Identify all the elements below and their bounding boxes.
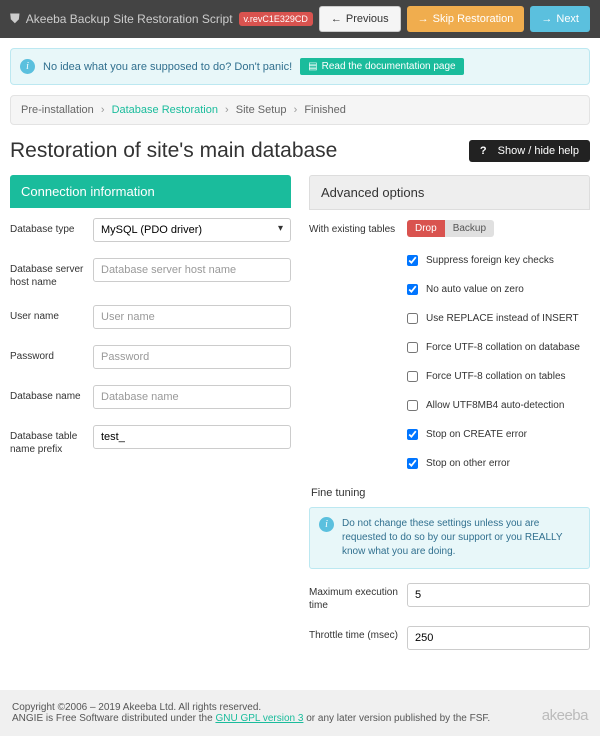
fine-tuning-title: Fine tuning <box>309 487 590 499</box>
check-item[interactable]: Allow UTF8MB4 auto-detection <box>407 400 590 411</box>
check-label: Stop on CREATE error <box>426 429 527 440</box>
skip-restoration-button[interactable]: →Skip Restoration <box>407 6 525 32</box>
password-input[interactable] <box>93 345 291 369</box>
crumb-site-setup: Site Setup <box>236 104 287 116</box>
user-label: User name <box>10 305 85 323</box>
throttle-input[interactable] <box>407 626 590 650</box>
check-label: Force UTF-8 collation on database <box>426 342 580 353</box>
db-type-label: Database type <box>10 218 85 236</box>
checkbox-3[interactable] <box>407 342 418 353</box>
backup-button[interactable]: Backup <box>445 220 494 237</box>
throttle-label: Throttle time (msec) <box>309 626 399 642</box>
help-tip-alert: i No idea what you are supposed to do? D… <box>10 48 590 85</box>
akeeba-logo: akeeba <box>542 707 588 724</box>
check-label: Use REPLACE instead of INSERT <box>426 313 579 324</box>
checkbox-1[interactable] <box>407 284 418 295</box>
chevron-right-icon: › <box>294 104 298 116</box>
max-exec-input[interactable] <box>407 583 590 607</box>
existing-tables-label: With existing tables <box>309 220 399 236</box>
check-item[interactable]: Force UTF-8 collation on tables <box>407 371 590 382</box>
dbname-input[interactable] <box>93 385 291 409</box>
read-docs-button[interactable]: ▤ Read the documentation page <box>300 58 463 75</box>
nav-buttons: ←Previous →Skip Restoration →Next <box>319 6 590 32</box>
app-title: Akeeba Backup Site Restoration Script <box>26 12 233 26</box>
check-item[interactable]: Stop on other error <box>407 458 590 469</box>
check-item[interactable]: No auto value on zero <box>407 284 590 295</box>
breadcrumb: Pre-installation › Database Restoration … <box>10 95 590 125</box>
toggle-help-button[interactable]: ? Show / hide help <box>469 140 590 162</box>
gpl-link[interactable]: GNU GPL version 3 <box>215 713 303 724</box>
advanced-panel-title: Advanced options <box>309 175 590 210</box>
checkbox-0[interactable] <box>407 255 418 266</box>
shield-icon: ⛊ <box>10 11 20 27</box>
advanced-panel: Advanced options With existing tables Dr… <box>309 175 590 666</box>
version-badge: v.revC1E329CD <box>239 12 313 26</box>
check-item[interactable]: Suppress foreign key checks <box>407 255 590 266</box>
page-header: Restoration of site's main database ? Sh… <box>10 139 590 163</box>
dbname-label: Database name <box>10 385 85 403</box>
check-label: Allow UTF8MB4 auto-detection <box>426 400 564 411</box>
max-exec-label: Maximum execution time <box>309 583 399 612</box>
check-label: Force UTF-8 collation on tables <box>426 371 566 382</box>
brand: ⛊ Akeeba Backup Site Restoration Script … <box>10 11 313 27</box>
info-icon: i <box>319 517 334 532</box>
page-title: Restoration of site's main database <box>10 139 337 163</box>
license-line: ANGIE is Free Software distributed under… <box>12 713 490 724</box>
check-item[interactable]: Use REPLACE instead of INSERT <box>407 313 590 324</box>
checkbox-5[interactable] <box>407 400 418 411</box>
info-icon: i <box>20 59 35 74</box>
previous-button[interactable]: ←Previous <box>319 6 401 32</box>
check-label: Suppress foreign key checks <box>426 255 554 266</box>
fine-tuning-warning-text: Do not change these settings unless you … <box>342 517 580 559</box>
drop-button[interactable]: Drop <box>407 220 445 237</box>
checkbox-4[interactable] <box>407 371 418 382</box>
user-input[interactable] <box>93 305 291 329</box>
prefix-label: Database table name prefix <box>10 425 85 456</box>
advanced-checks: Suppress foreign key checks No auto value… <box>309 255 590 469</box>
prefix-input[interactable] <box>93 425 291 449</box>
host-input[interactable] <box>93 258 291 282</box>
navbar: ⛊ Akeeba Backup Site Restoration Script … <box>0 0 600 38</box>
crumb-preinstall: Pre-installation <box>21 104 94 116</box>
arrow-right-icon: → <box>541 13 552 25</box>
help-tip-text: No idea what you are supposed to do? Don… <box>43 61 292 73</box>
chevron-right-icon: › <box>101 104 105 116</box>
password-label: Password <box>10 345 85 363</box>
footer: Copyright ©2006 – 2019 Akeeba Ltd. All r… <box>0 690 600 736</box>
checkbox-2[interactable] <box>407 313 418 324</box>
check-label: No auto value on zero <box>426 284 524 295</box>
db-type-select[interactable]: MySQL (PDO driver) <box>93 218 291 242</box>
check-item[interactable]: Force UTF-8 collation on database <box>407 342 590 353</box>
checkbox-7[interactable] <box>407 458 418 469</box>
checkbox-6[interactable] <box>407 429 418 440</box>
crumb-db-restoration[interactable]: Database Restoration <box>112 104 218 116</box>
arrow-right-icon: → <box>418 13 429 25</box>
check-label: Stop on other error <box>426 458 510 469</box>
book-icon: ▤ <box>308 61 317 72</box>
next-button[interactable]: →Next <box>530 6 590 32</box>
crumb-finished: Finished <box>304 104 346 116</box>
host-label: Database server host name <box>10 258 85 289</box>
existing-tables-toggle: Drop Backup <box>407 220 494 237</box>
connection-panel: Connection information Database type MyS… <box>10 175 291 666</box>
arrow-left-icon: ← <box>331 13 342 25</box>
question-icon: ? <box>480 145 487 157</box>
check-item[interactable]: Stop on CREATE error <box>407 429 590 440</box>
fine-tuning-warning: i Do not change these settings unless yo… <box>309 507 590 569</box>
connection-panel-title: Connection information <box>10 175 291 208</box>
chevron-right-icon: › <box>225 104 229 116</box>
